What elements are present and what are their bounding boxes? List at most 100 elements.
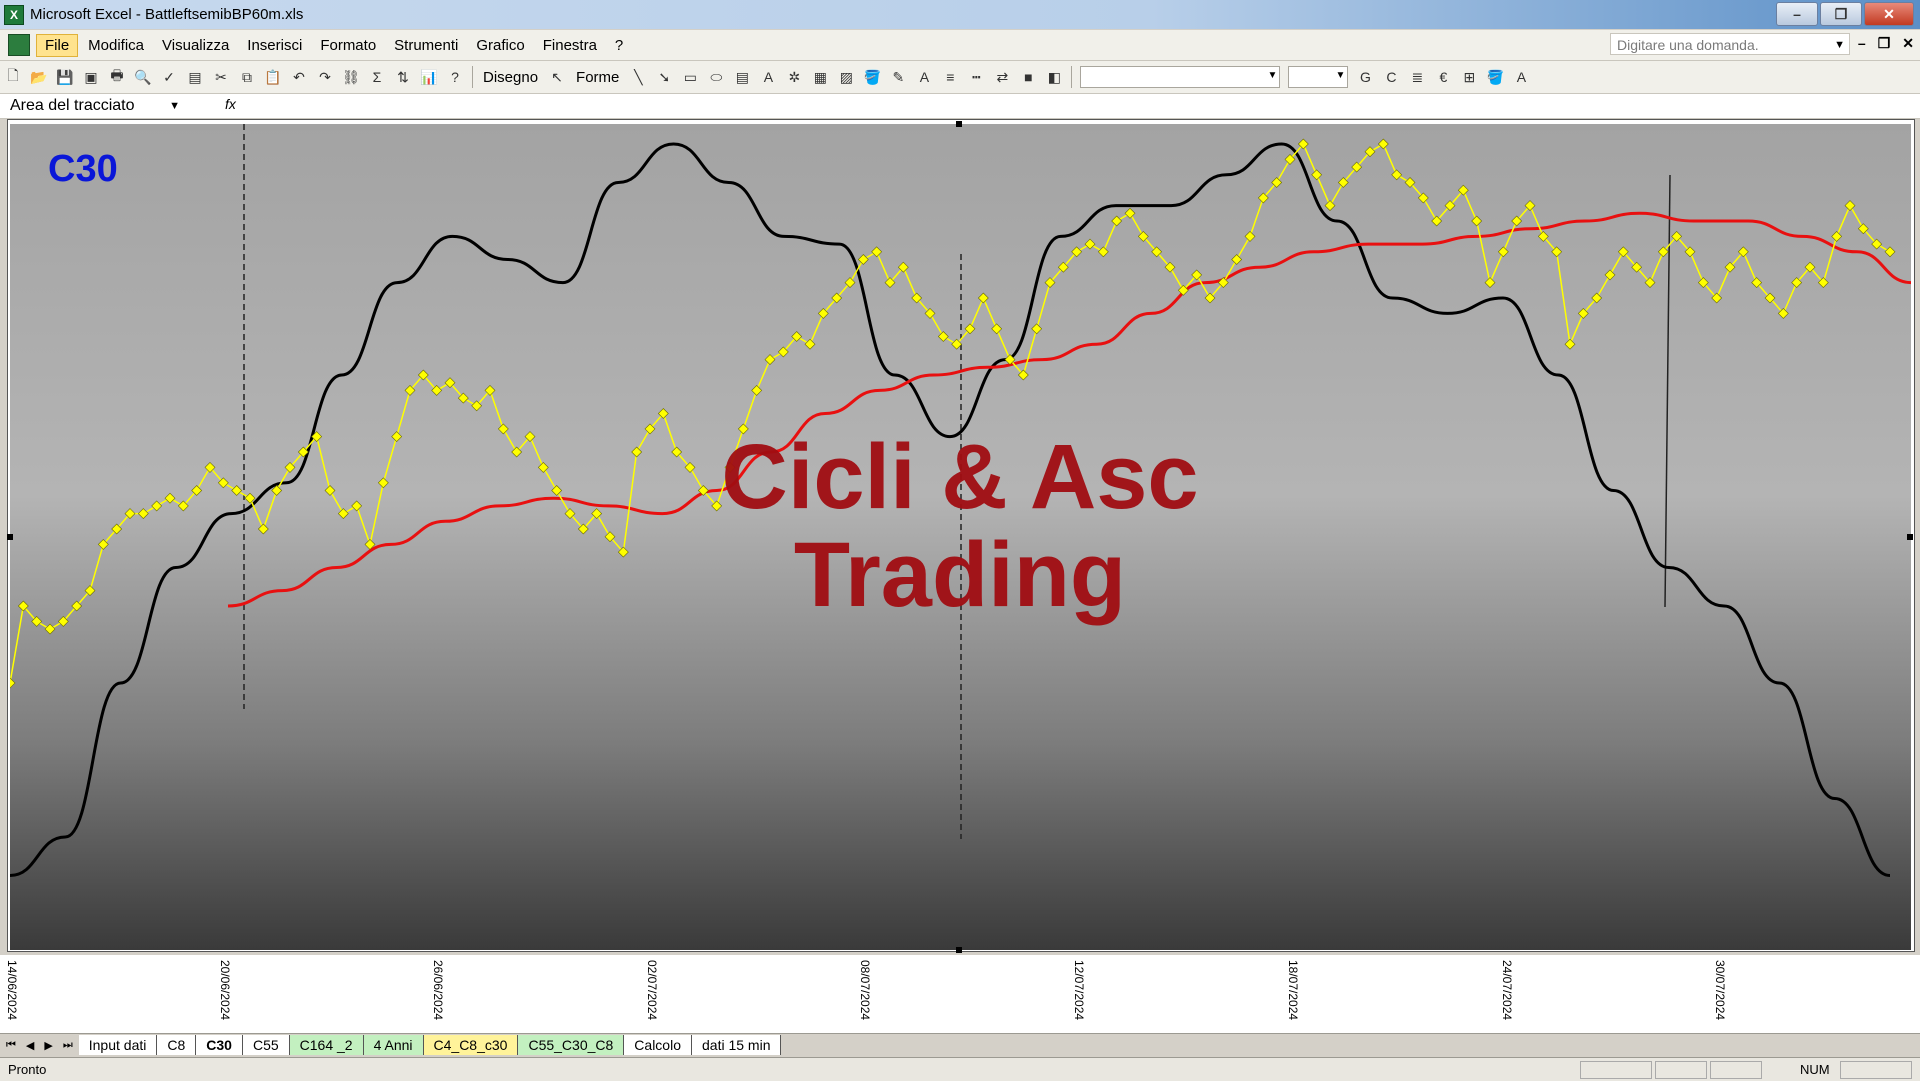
line-icon[interactable]: ╲ [627, 66, 649, 88]
tab-c164-2[interactable]: C164 _2 [289, 1035, 364, 1055]
print-preview-icon[interactable]: 🔍 [132, 66, 154, 88]
menu-finestra[interactable]: Finestra [535, 35, 605, 56]
select-arrow-icon[interactable]: ↖ [546, 66, 568, 88]
workbook-close-button[interactable]: ✕ [1902, 35, 1914, 52]
x-tick-label: 24/07/2024 [1500, 960, 1514, 1021]
next-sheet-icon[interactable]: ▶ [44, 1039, 52, 1052]
sheet-tab-bar: ⏮ ◀ ▶ ⏭ Input dati C8 C30 C55 C164 _2 4 … [0, 1033, 1920, 1056]
picture-icon[interactable]: ▨ [835, 66, 857, 88]
resize-handle[interactable] [7, 534, 13, 540]
first-sheet-icon[interactable]: ⏮ [6, 1039, 16, 1052]
menu-file[interactable]: File [36, 33, 79, 57]
resize-handle[interactable] [1907, 534, 1913, 540]
status-cell [1710, 1061, 1762, 1079]
arrow-style-icon[interactable]: ⇄ [991, 66, 1013, 88]
chart-element-select[interactable]: Area del tracciato ▼ [4, 95, 180, 117]
save-icon[interactable]: 💾 [54, 66, 76, 88]
chevron-down-icon[interactable]: ▼ [169, 95, 180, 117]
title-bar: X Microsoft Excel - BattleftsemibBP60m.x… [0, 0, 1920, 29]
borders-icon[interactable]: ⊞ [1458, 66, 1480, 88]
print-icon[interactable]: 🖶 [106, 66, 128, 88]
tab-c8[interactable]: C8 [157, 1035, 197, 1055]
tab-4-anni[interactable]: 4 Anni [363, 1035, 424, 1055]
x-tick-label: 20/06/2024 [218, 960, 232, 1021]
drawing-menu-button[interactable]: Disegno [483, 69, 538, 86]
tab-c30[interactable]: C30 [196, 1035, 243, 1055]
oval-icon[interactable]: ⬭ [705, 66, 727, 88]
window-title: Microsoft Excel - BattleftsemibBP60m.xls [30, 6, 304, 23]
undo-icon[interactable]: ↶ [288, 66, 310, 88]
fx-icon[interactable]: fx [225, 96, 236, 112]
tab-dati-15-min[interactable]: dati 15 min [692, 1035, 782, 1055]
clipart-icon[interactable]: ▦ [809, 66, 831, 88]
menu-modifica[interactable]: Modifica [80, 35, 152, 56]
menu-visualizza[interactable]: Visualizza [154, 35, 237, 56]
arrow-icon[interactable]: ➘ [653, 66, 675, 88]
resize-handle[interactable] [956, 121, 962, 127]
textbox-icon[interactable]: ▤ [731, 66, 753, 88]
watermark-line2: Trading [793, 524, 1127, 626]
tab-calcolo[interactable]: Calcolo [624, 1035, 692, 1055]
wordart-icon[interactable]: A [757, 66, 779, 88]
tab-input-dati[interactable]: Input dati [78, 1035, 158, 1055]
menu-inserisci[interactable]: Inserisci [239, 35, 310, 56]
menu-formato[interactable]: Formato [312, 35, 384, 56]
dash-style-icon[interactable]: ┅ [965, 66, 987, 88]
font-name-select[interactable]: ▼ [1080, 66, 1281, 88]
status-ready: Pronto [8, 1062, 47, 1077]
bold-icon[interactable]: G [1354, 66, 1376, 88]
x-axis [0, 955, 1920, 1035]
rectangle-icon[interactable]: ▭ [679, 66, 701, 88]
help-icon[interactable]: ? [444, 66, 466, 88]
paste-icon[interactable]: 📋 [262, 66, 284, 88]
spelling-icon[interactable]: ✓ [158, 66, 180, 88]
help-search-input[interactable]: Digitare una domanda. ▼ [1610, 33, 1850, 55]
shapes-menu-button[interactable]: Forme [576, 69, 619, 86]
fill-color-icon[interactable]: 🪣 [861, 66, 883, 88]
autosum-icon[interactable]: Σ [366, 66, 388, 88]
maximize-button[interactable]: ❐ [1820, 2, 1862, 26]
x-tick-label: 12/07/2024 [1072, 960, 1086, 1021]
excel-icon: X [4, 4, 24, 25]
menu-strumenti[interactable]: Strumenti [386, 35, 466, 56]
permission-icon[interactable]: ▣ [80, 66, 102, 88]
font-color-icon[interactable]: A [1510, 66, 1532, 88]
align-icon[interactable]: ≣ [1406, 66, 1428, 88]
cut-icon[interactable]: ✂ [210, 66, 232, 88]
chart-title[interactable]: C30 [48, 148, 118, 191]
menu-help[interactable]: ? [607, 35, 631, 56]
copy-icon[interactable]: ⧉ [236, 66, 258, 88]
workbook-restore-button[interactable]: ❐ [1878, 35, 1891, 52]
font-size-select[interactable]: ▼ [1288, 66, 1349, 88]
minimize-button[interactable]: – [1776, 2, 1818, 26]
redo-icon[interactable]: ↷ [314, 66, 336, 88]
x-tick-label: 26/06/2024 [431, 960, 445, 1021]
research-icon[interactable]: ▤ [184, 66, 206, 88]
euro-icon[interactable]: € [1432, 66, 1454, 88]
chart-wizard-icon[interactable]: 📊 [418, 66, 440, 88]
hyperlink-icon[interactable]: ⛓ [340, 66, 362, 88]
italic-icon[interactable]: C [1380, 66, 1402, 88]
line-color-icon[interactable]: ✎ [887, 66, 909, 88]
workbook-icon[interactable] [8, 34, 30, 56]
sort-icon[interactable]: ⇅ [392, 66, 414, 88]
prev-sheet-icon[interactable]: ◀ [26, 1039, 34, 1052]
fill-color-icon[interactable]: 🪣 [1484, 66, 1506, 88]
3d-icon[interactable]: ◧ [1043, 66, 1065, 88]
workbook-minimize-button[interactable]: – [1858, 35, 1866, 52]
line-style-icon[interactable]: ≡ [939, 66, 961, 88]
last-sheet-icon[interactable]: ⏭ [63, 1039, 73, 1052]
resize-handle[interactable] [956, 947, 962, 953]
close-button[interactable]: ✕ [1864, 2, 1914, 26]
shadow-icon[interactable]: ■ [1017, 66, 1039, 88]
font-color-icon[interactable]: A [913, 66, 935, 88]
tab-c4-c8-c30[interactable]: C4_C8_c30 [423, 1035, 519, 1055]
menu-grafico[interactable]: Grafico [468, 35, 532, 56]
tab-c55[interactable]: C55 [242, 1035, 290, 1055]
diagram-icon[interactable]: ✲ [783, 66, 805, 88]
tab-c55-c30-c8[interactable]: C55_C30_C8 [518, 1035, 625, 1055]
chevron-down-icon[interactable]: ▼ [1834, 34, 1845, 56]
new-icon[interactable]: 🗋 [2, 66, 24, 88]
open-icon[interactable]: 📂 [28, 66, 50, 88]
toolbar-separator [1071, 66, 1073, 88]
